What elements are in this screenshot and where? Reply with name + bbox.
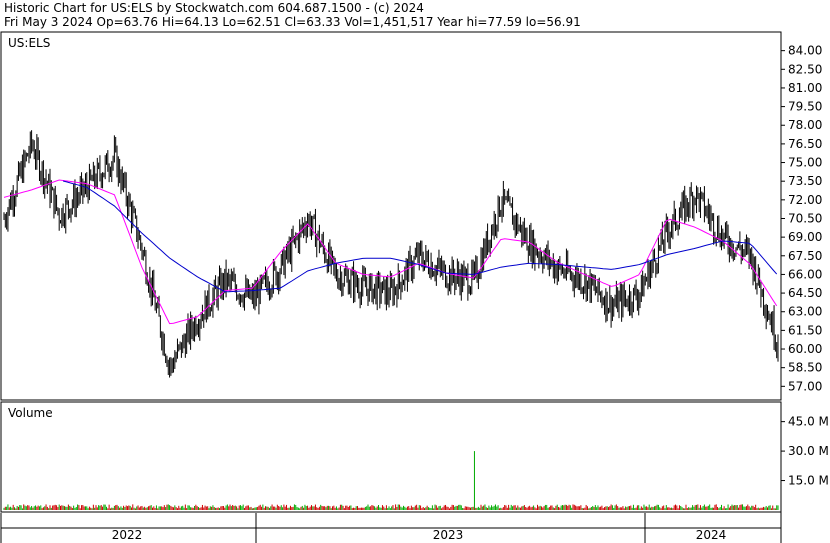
price-panel <box>0 31 782 401</box>
price-y-tick-label: 84.00 <box>788 44 822 58</box>
volume-panel <box>0 401 782 513</box>
price-y-tick-label: 70.50 <box>788 211 822 225</box>
price-y-tick-label: 79.50 <box>788 100 822 114</box>
price-y-tick-label: 75.00 <box>788 156 822 170</box>
volume-y-tick-label: 15.0 M <box>788 474 829 488</box>
price-y-tick-label: 72.00 <box>788 193 822 207</box>
price-y-tick-label: 64.50 <box>788 286 822 300</box>
price-y-tick-label: 66.00 <box>788 267 822 281</box>
price-y-tick-label: 63.00 <box>788 305 822 319</box>
price-y-tick-label: 58.50 <box>788 361 822 375</box>
price-y-tick-label: 73.50 <box>788 174 822 188</box>
price-panel-title: US:ELS <box>8 36 50 50</box>
price-y-tick-label: 82.50 <box>788 62 822 76</box>
price-y-tick-label: 69.00 <box>788 230 822 244</box>
volume-y-tick-label: 30.0 M <box>788 444 829 458</box>
price-y-axis: 84.00 82.50 81.00 79.50 78.00 76.50 75.00 73.50… <box>781 44 822 393</box>
volume-y-tick-label: 45.0 M <box>788 415 829 429</box>
x-label-2023: 2023 <box>433 528 464 542</box>
price-y-tick-label: 81.00 <box>788 81 822 95</box>
price-y-tick-label: 57.00 <box>788 379 822 393</box>
x-label-2024: 2024 <box>696 528 727 542</box>
price-y-tick-label: 78.00 <box>788 118 822 132</box>
volume-y-axis: 45.0 M 30.0 M 15.0 M <box>781 415 829 488</box>
price-y-tick-label: 76.50 <box>788 137 822 151</box>
price-y-tick-label: 60.00 <box>788 342 822 356</box>
price-y-tick-label: 61.50 <box>788 323 822 337</box>
x-label-2022: 2022 <box>112 528 143 542</box>
price-y-tick-label: 67.50 <box>788 249 822 263</box>
stock-chart: US:ELS 84.00 82.50 81.00 79.50 78.00 76.50 75.… <box>0 31 829 543</box>
volume-panel-title: Volume <box>8 406 53 420</box>
